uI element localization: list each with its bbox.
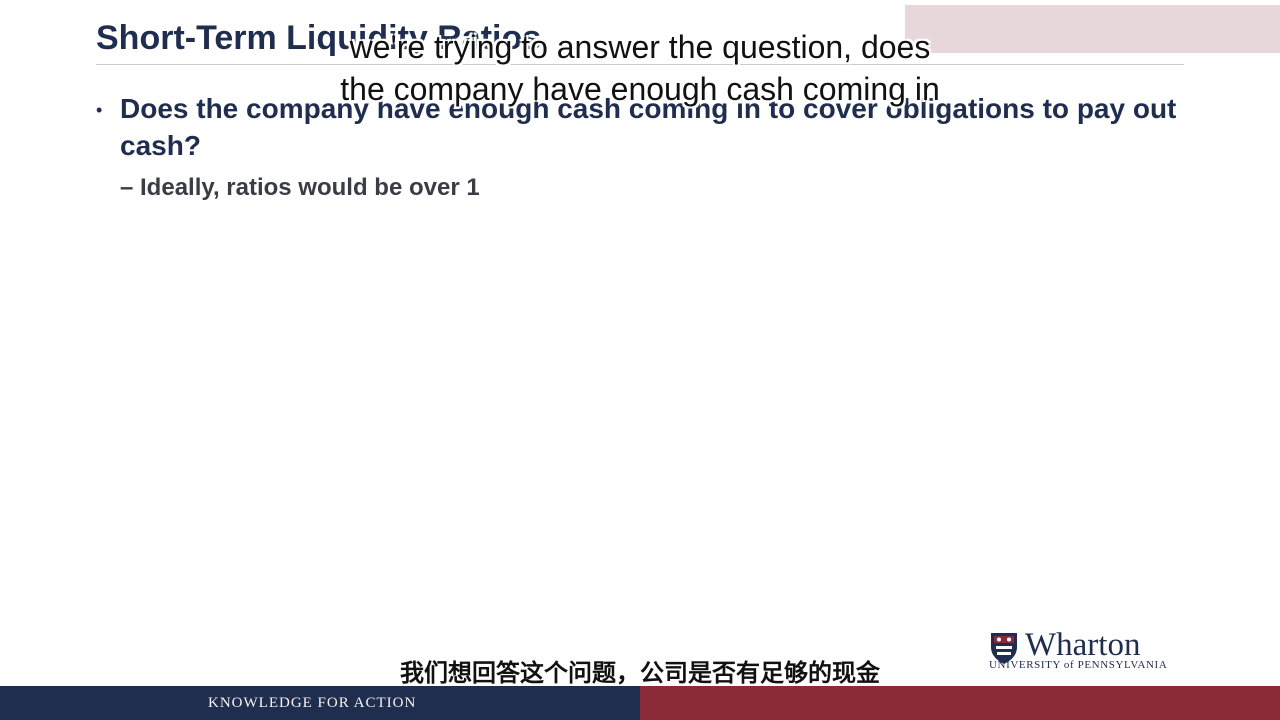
bullet-marker: •	[96, 100, 103, 120]
presentation-slide: Short-Term Liquidity Ratios • Does the c…	[0, 0, 1280, 720]
english-subtitle-line-2: the company have enough cash coming in	[340, 71, 940, 107]
wharton-logo: Wharton UNIVERSITY of PENNSYLVANIA	[989, 628, 1193, 676]
footer-tagline: KNOWLEDGE FOR ACTION	[208, 695, 417, 711]
footer-right-band	[640, 686, 1280, 720]
wharton-wordmark: Wharton	[1025, 627, 1141, 663]
sub-bullet-text: – Ideally, ratios would be over 1	[120, 174, 480, 201]
english-subtitle: we're trying to answer the question, doe…	[300, 26, 980, 110]
english-subtitle-line-1: we're trying to answer the question, doe…	[349, 29, 931, 65]
university-wordmark: UNIVERSITY of PENNSYLVANIA	[989, 659, 1168, 671]
